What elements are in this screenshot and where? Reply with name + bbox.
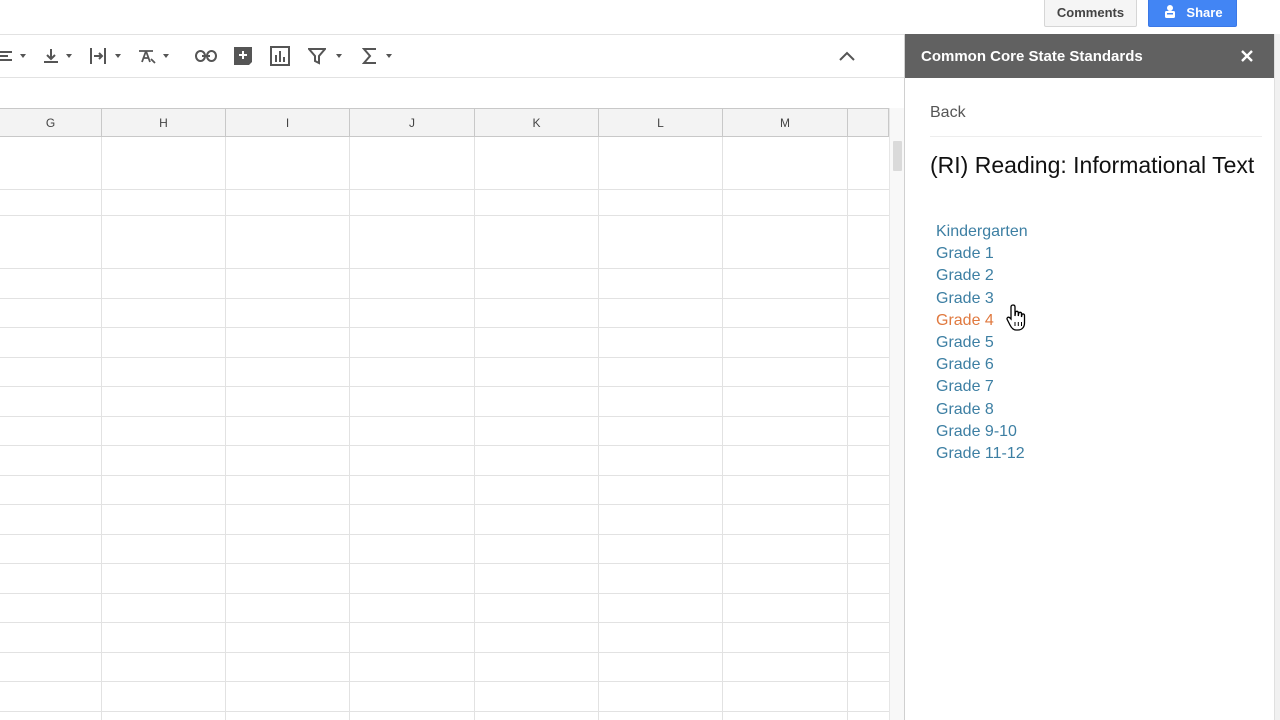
column-header-m[interactable]: M — [723, 108, 848, 137]
grade-link[interactable]: Grade 2 — [936, 265, 1028, 287]
grid-line — [0, 681, 889, 682]
insert-chart-icon — [270, 46, 290, 66]
grade-list: Kindergarten Grade 1 Grade 2 Grade 3 Grade 4… — [936, 221, 1028, 465]
grid-line — [0, 386, 889, 387]
text-rotation-button[interactable] — [137, 45, 169, 67]
standard-heading: (RI) Reading: Informational Text — [930, 152, 1255, 178]
vertical-scrollbar[interactable] — [889, 108, 904, 720]
insert-comment-icon — [233, 46, 253, 66]
filter-icon — [308, 47, 326, 65]
filter-button[interactable] — [308, 45, 342, 67]
grid-line — [0, 504, 889, 505]
column-header-label: G — [45, 115, 56, 130]
sidebar-header: Common Core State Standards — [905, 34, 1275, 78]
grid-line — [0, 593, 889, 594]
chevron-down-icon — [20, 54, 26, 58]
grid-line — [474, 137, 475, 720]
align-left-button[interactable] — [0, 45, 26, 67]
grid-line — [0, 475, 889, 476]
column-header-label: K — [532, 115, 541, 130]
top-bar: Comments Share — [0, 0, 1280, 34]
text-wrap-button[interactable] — [89, 45, 121, 67]
vertical-align-button[interactable] — [42, 45, 72, 67]
formatting-toolbar — [0, 34, 904, 78]
formula-bar-area — [0, 78, 904, 108]
column-header-i[interactable]: I — [226, 108, 350, 137]
column-header-label: H — [159, 115, 168, 130]
grid-line — [0, 215, 889, 216]
grid-line — [722, 137, 723, 720]
grade-link[interactable]: Grade 9-10 — [936, 421, 1028, 443]
grid-line — [0, 711, 889, 712]
chevron-down-icon — [163, 54, 169, 58]
sidebar-scrollbar[interactable] — [1274, 34, 1280, 720]
column-header-label: I — [285, 115, 290, 130]
column-header-partial[interactable] — [848, 108, 889, 137]
grid-line — [0, 563, 889, 564]
comments-button[interactable]: Comments — [1044, 0, 1137, 27]
column-header-l[interactable]: L — [599, 108, 723, 137]
grade-link[interactable]: Grade 11-12 — [936, 443, 1028, 465]
scrollbar-thumb[interactable] — [893, 141, 902, 171]
comments-button-label: Comments — [1056, 5, 1125, 20]
vertical-align-bottom-icon — [42, 47, 60, 65]
grid-line — [101, 137, 102, 720]
back-link[interactable]: Back — [930, 104, 966, 122]
functions-button[interactable] — [362, 45, 392, 67]
hand-cursor-icon — [1005, 303, 1029, 333]
column-header-label: J — [409, 115, 415, 130]
column-header-j[interactable]: J — [350, 108, 475, 137]
grid-line — [225, 137, 226, 720]
insert-chart-button[interactable] — [270, 45, 290, 67]
share-button[interactable]: Share — [1148, 0, 1237, 27]
grid-line — [0, 268, 889, 269]
close-icon[interactable] — [1237, 46, 1257, 66]
spreadsheet-grid: G H I J K L M — [0, 78, 904, 720]
grid-line — [847, 137, 848, 720]
lock-icon — [1162, 3, 1178, 22]
grid-line — [0, 534, 889, 535]
column-header-h[interactable]: H — [102, 108, 226, 137]
grade-link[interactable]: Grade 7 — [936, 376, 1028, 398]
grid-line — [0, 416, 889, 417]
cell-area[interactable] — [0, 137, 889, 720]
grid-line — [0, 327, 889, 328]
grade-link[interactable]: Grade 8 — [936, 399, 1028, 421]
grade-link[interactable]: Grade 1 — [936, 243, 1028, 265]
chevron-down-icon — [386, 54, 392, 58]
grid-line — [0, 445, 889, 446]
collapse-icon — [838, 50, 856, 62]
standards-sidebar: Common Core State Standards Back (RI) Re… — [904, 34, 1280, 720]
grid-line — [0, 189, 889, 190]
share-button-label: Share — [1186, 5, 1223, 20]
grade-link[interactable]: Kindergarten — [936, 221, 1028, 243]
grid-line — [598, 137, 599, 720]
grade-link[interactable]: Grade 6 — [936, 354, 1028, 376]
collapse-toolbar-button[interactable] — [838, 45, 856, 67]
column-header-label: L — [657, 115, 664, 130]
insert-comment-button[interactable] — [233, 45, 253, 67]
text-rotation-icon — [137, 47, 157, 65]
insert-link-icon — [195, 49, 217, 63]
grid-line — [0, 357, 889, 358]
divider — [930, 136, 1262, 137]
column-header-label: M — [780, 115, 790, 130]
chevron-down-icon — [336, 54, 342, 58]
column-header-g[interactable]: G — [0, 108, 102, 137]
text-wrap-icon — [89, 47, 109, 65]
insert-link-button[interactable] — [195, 45, 217, 67]
chevron-down-icon — [66, 54, 72, 58]
functions-icon — [362, 47, 378, 65]
align-left-icon — [0, 49, 14, 63]
chevron-down-icon — [115, 54, 121, 58]
sidebar-title: Common Core State Standards — [921, 47, 1143, 65]
column-header-k[interactable]: K — [475, 108, 599, 137]
grid-line — [0, 622, 889, 623]
grid-line — [0, 652, 889, 653]
grade-link[interactable]: Grade 5 — [936, 332, 1028, 354]
grid-line — [0, 298, 889, 299]
grid-line — [349, 137, 350, 720]
